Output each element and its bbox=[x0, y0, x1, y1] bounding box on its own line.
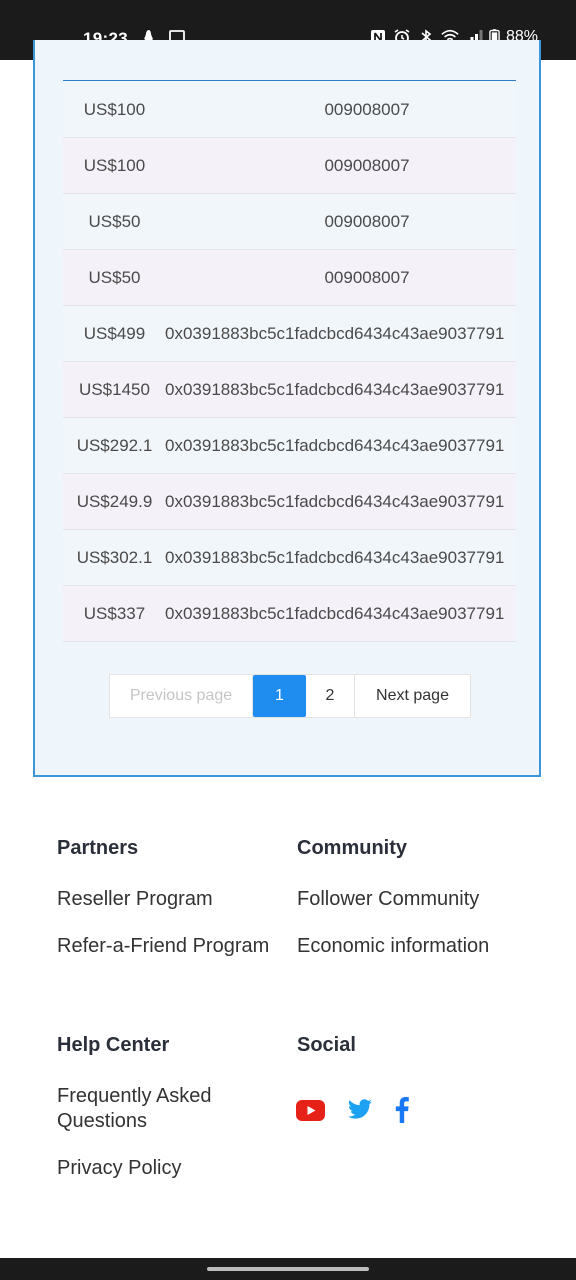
amount-cell: US$1450 bbox=[79, 380, 150, 399]
footer-link-label: Reseller Program bbox=[57, 888, 213, 910]
address-cell: 009008007 bbox=[324, 100, 410, 119]
amount-cell: US$50 bbox=[88, 212, 141, 231]
pagination: Previous page 1 2 Next page bbox=[109, 674, 471, 718]
amount-cell: US$50 bbox=[88, 268, 141, 287]
table-row: US$292.1 0x0391883bc5c1fadcbcd6434c43ae90… bbox=[63, 418, 516, 474]
table-row: US$249.9 0x0391883bc5c1fadcbcd6434c43ae90… bbox=[63, 474, 516, 530]
footer-social-title: Social bbox=[297, 1034, 356, 1056]
footer-link-reseller[interactable]: Reseller Program bbox=[57, 887, 213, 912]
table-row: US$100 009008007 bbox=[63, 138, 516, 194]
page-1-button[interactable]: 1 bbox=[253, 675, 306, 717]
address-cell: 0x0391883bc5c1fadcbcd6434c43ae9037791 bbox=[165, 436, 505, 455]
amount-cell: US$302.1 bbox=[76, 548, 153, 567]
table-row: US$100 009008007 bbox=[63, 82, 516, 138]
footer-link-label: Privacy Policy bbox=[57, 1157, 182, 1179]
amount-cell: US$249.9 bbox=[76, 492, 153, 511]
table-header-divider bbox=[63, 80, 516, 81]
address-cell: 0x0391883bc5c1fadcbcd6434c43ae9037791 bbox=[165, 380, 505, 399]
footer-link-follower-community[interactable]: Follower Community bbox=[297, 887, 479, 912]
system-nav-bar bbox=[0, 1258, 576, 1280]
amount-cell: US$499 bbox=[83, 324, 146, 343]
amount-cell: US$100 bbox=[83, 156, 146, 175]
table-row: US$1450 0x0391883bc5c1fadcbcd6434c43ae903… bbox=[63, 362, 516, 418]
table-row: US$499 0x0391883bc5c1fadcbcd6434c43ae9037… bbox=[63, 306, 516, 362]
footer-link-label: Refer-a-Friend Program bbox=[57, 935, 270, 957]
table-row: US$50 009008007 bbox=[63, 194, 516, 250]
footer-link-faq[interactable]: Frequently Asked Questions bbox=[57, 1084, 257, 1134]
footer-link-label: Frequently Asked Questions bbox=[57, 1085, 212, 1132]
footer-help-title: Help Center bbox=[57, 1034, 170, 1056]
footer-partners-title: Partners bbox=[57, 837, 139, 859]
transactions-card: US$100 009008007 US$100 009008007 US$50 00900… bbox=[33, 40, 541, 777]
table-row: US$302.1 0x0391883bc5c1fadcbcd6434c43ae90… bbox=[63, 530, 516, 586]
footer-link-economic-information[interactable]: Economic information bbox=[297, 934, 489, 959]
home-gesture-handle[interactable] bbox=[207, 1267, 369, 1271]
amount-cell: US$100 bbox=[83, 100, 146, 119]
footer-link-label: Follower Community bbox=[297, 888, 480, 910]
transactions-table: US$100 009008007 US$100 009008007 US$50 00900… bbox=[63, 82, 516, 642]
address-cell: 0x0391883bc5c1fadcbcd6434c43ae9037791 bbox=[165, 492, 505, 511]
table-row: US$337 0x0391883bc5c1fadcbcd6434c43ae9037… bbox=[63, 586, 516, 642]
amount-cell: US$337 bbox=[83, 604, 146, 623]
footer-community-title: Community bbox=[297, 837, 407, 859]
footer-link-refer[interactable]: Refer-a-Friend Program bbox=[57, 934, 269, 959]
footer-partners: Partners bbox=[57, 837, 138, 860]
amount-cell: US$292.1 bbox=[76, 436, 153, 455]
address-cell: 0x0391883bc5c1fadcbcd6434c43ae9037791 bbox=[165, 548, 505, 567]
footer-link-privacy-policy[interactable]: Privacy Policy bbox=[57, 1156, 181, 1181]
footer-link-label: Economic information bbox=[297, 935, 490, 957]
footer-help-center: Help Center bbox=[57, 1034, 169, 1057]
facebook-icon[interactable] bbox=[395, 1097, 409, 1123]
footer-community: Community bbox=[297, 837, 407, 860]
address-cell: 0x0391883bc5c1fadcbcd6434c43ae9037791 bbox=[165, 324, 505, 343]
address-cell: 009008007 bbox=[324, 268, 410, 287]
footer-social: Social bbox=[297, 1034, 356, 1057]
address-cell: 009008007 bbox=[324, 156, 410, 175]
social-icons bbox=[296, 1097, 409, 1123]
twitter-icon[interactable] bbox=[347, 1099, 373, 1121]
next-page-button[interactable]: Next page bbox=[355, 675, 470, 717]
previous-page-button[interactable]: Previous page bbox=[110, 675, 253, 717]
address-cell: 009008007 bbox=[324, 212, 410, 231]
table-row: US$50 009008007 bbox=[63, 250, 516, 306]
youtube-icon[interactable] bbox=[296, 1099, 325, 1121]
site-footer: Partners Reseller Program Refer-a-Friend… bbox=[0, 780, 576, 1260]
page-2-button[interactable]: 2 bbox=[306, 675, 355, 717]
address-cell: 0x0391883bc5c1fadcbcd6434c43ae9037791 bbox=[165, 604, 505, 623]
